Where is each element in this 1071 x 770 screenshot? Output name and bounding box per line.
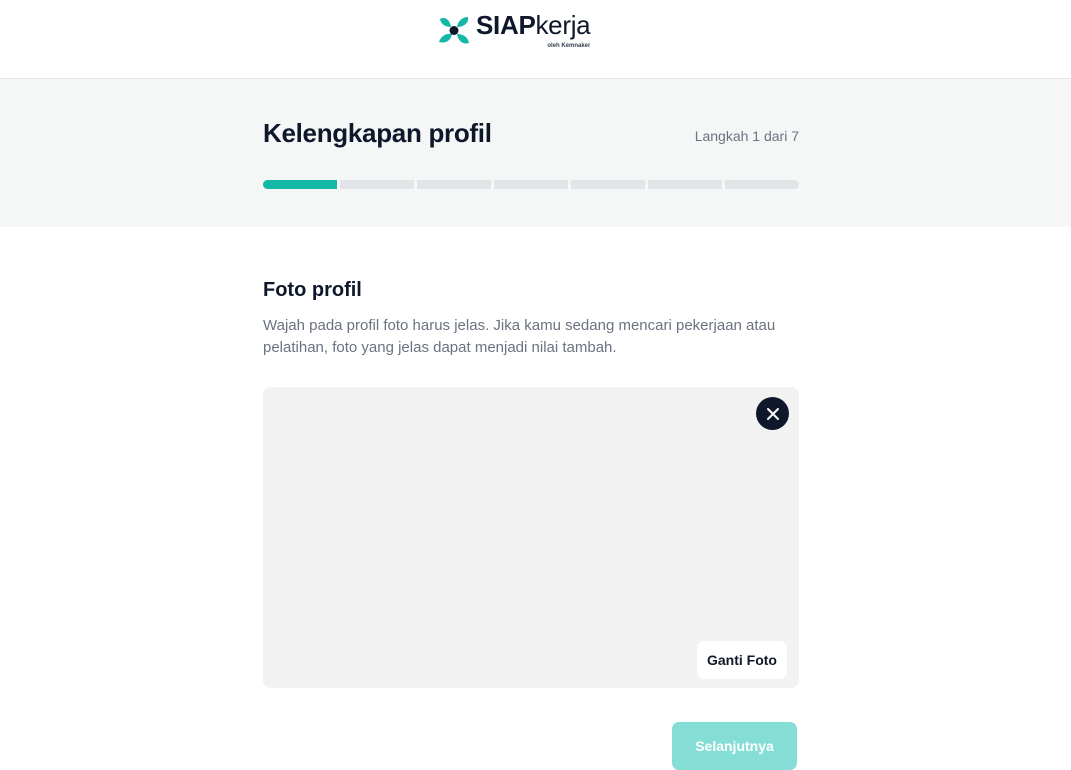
- section-description: Wajah pada profil foto harus jelas. Jika…: [263, 317, 776, 356]
- profile-photo-preview: Ganti Foto: [263, 387, 799, 688]
- logo-text-bold: SIAP: [476, 10, 536, 40]
- top-navbar: SIAPkerja oleh Kemnaker: [0, 0, 1071, 79]
- progress-segment: [340, 180, 414, 189]
- logo-tagline: oleh Kemnaker: [547, 43, 591, 49]
- progress-bar: [263, 180, 799, 189]
- step-counter: Langkah 1 dari 7: [694, 128, 799, 144]
- close-icon: [766, 407, 779, 420]
- siapkerja-logo-icon: [436, 12, 472, 48]
- change-photo-button[interactable]: Ganti Foto: [697, 641, 787, 679]
- progress-segment: [494, 180, 568, 189]
- progress-segment: [571, 180, 645, 189]
- remove-photo-button[interactable]: [756, 397, 789, 430]
- progress-segment: [417, 180, 491, 189]
- progress-segment: [648, 180, 722, 189]
- page-title: Kelengkapan profil: [263, 118, 492, 148]
- progress-header: [0, 79, 1071, 227]
- next-button[interactable]: Selanjutnya: [672, 722, 797, 770]
- logo-wordmark: SIAPkerja oleh Kemnaker: [476, 10, 591, 49]
- siapkerja-logo[interactable]: SIAPkerja oleh Kemnaker: [436, 10, 591, 52]
- progress-segment: [263, 180, 337, 189]
- section-title: Foto profil: [263, 279, 362, 301]
- logo-text-light: kerja: [535, 10, 591, 40]
- progress-segment: [725, 180, 799, 189]
